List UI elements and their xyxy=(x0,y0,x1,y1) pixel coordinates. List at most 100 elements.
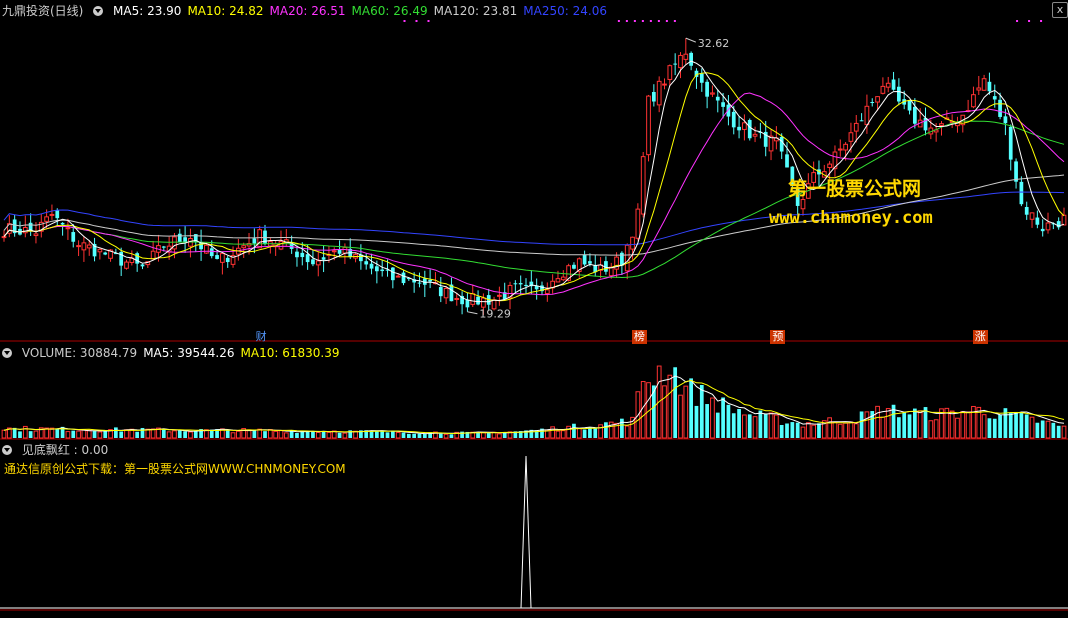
min-pointer xyxy=(467,311,478,315)
volume-bar-up xyxy=(560,430,566,439)
ma-label-1: MA10: 24.82 xyxy=(187,4,264,18)
volume-bar-down xyxy=(417,433,422,438)
volume-bar-up xyxy=(853,423,859,439)
candle-body-up xyxy=(22,226,28,234)
candle-body-up xyxy=(443,287,449,299)
volume-bar-down xyxy=(460,431,464,438)
signal-dot xyxy=(1028,20,1031,22)
candle-body-up xyxy=(656,80,662,106)
candle-body-down xyxy=(103,252,108,255)
close-icon[interactable]: x xyxy=(1052,2,1068,18)
volume-bar-up xyxy=(928,420,934,439)
candle-body-up xyxy=(939,123,944,126)
dropdown-icon[interactable] xyxy=(93,6,104,16)
volume-bar-down xyxy=(113,427,118,438)
volume-bar-down xyxy=(593,428,598,438)
max-pointer xyxy=(685,37,696,43)
volume-legend: VOLUME: 30884.79 MA5: 39544.26 MA10: 61830… xyxy=(22,346,346,360)
candle-body-up xyxy=(315,260,321,266)
volume-bar-up xyxy=(678,394,683,439)
candle-body-up xyxy=(86,244,92,249)
candle-body-up xyxy=(710,92,715,95)
signal-dot xyxy=(1040,20,1043,22)
event-marker-3[interactable]: 涨 xyxy=(972,330,988,344)
candle-body-up xyxy=(640,156,646,215)
volume-bar-up xyxy=(326,431,332,439)
candle-body-down xyxy=(177,233,182,243)
volume-bar-up xyxy=(342,432,348,439)
candle-body-up xyxy=(470,293,476,305)
volume-bar-down xyxy=(987,418,992,438)
candle-body-down xyxy=(987,81,992,92)
volume-bar-down xyxy=(337,432,342,438)
candle-body-up xyxy=(331,250,337,253)
volume-bar-up xyxy=(188,431,193,439)
candle-body-up xyxy=(608,266,614,277)
volume-bar-down xyxy=(177,430,182,438)
candle-body-up xyxy=(454,297,460,300)
candle-body-up xyxy=(49,213,55,216)
event-marker-1[interactable]: 榜 xyxy=(631,330,647,344)
volume-bar-up xyxy=(76,430,81,439)
ma-label-4: MA120: 23.81 xyxy=(433,4,518,18)
volume-bar-up xyxy=(955,417,960,439)
candle-body-down xyxy=(55,210,60,219)
volume-bar-up xyxy=(683,385,689,439)
volume-bar-up xyxy=(624,425,630,439)
candle-body-down xyxy=(300,252,305,258)
candle-body-down xyxy=(998,99,1002,117)
volume-bar-down xyxy=(1024,414,1029,438)
candle-body-down xyxy=(518,283,523,285)
indicator-note: 通达信原创公式下载：第一股票公式网WWW.CHNMONEY.COM xyxy=(4,462,346,476)
candle-body-up xyxy=(76,245,81,248)
signal-dot xyxy=(427,20,430,22)
volume-bar-down xyxy=(699,384,704,438)
candle-body-up xyxy=(880,85,886,94)
candle-body-down xyxy=(252,238,257,244)
volume-bar-up xyxy=(832,421,838,439)
candle-body-down xyxy=(779,136,784,152)
candle-body-up xyxy=(742,122,747,130)
candle-body-down xyxy=(438,287,443,297)
volume-header: VOLUME: 30884.79 MA5: 39544.26 MA10: 61830… xyxy=(2,344,351,362)
signal-dot xyxy=(657,20,660,22)
volume-bar-up xyxy=(965,411,971,439)
candle-body-up xyxy=(853,122,859,132)
watermark-title: 第一股票公式网 xyxy=(788,178,922,200)
candle-body-down xyxy=(60,222,65,225)
volume-bar-up xyxy=(864,411,870,439)
candle-body-up xyxy=(241,245,247,249)
volume-bar-down xyxy=(689,378,693,438)
signal-dot xyxy=(649,20,652,22)
candle-body-down xyxy=(785,154,789,168)
candle-body-down xyxy=(135,253,140,264)
volume-bar-up xyxy=(550,426,556,439)
event-marker-0[interactable]: 财 xyxy=(254,330,269,344)
volume-bar-up xyxy=(555,430,561,439)
volume-bar-up xyxy=(949,410,955,439)
dropdown-icon[interactable] xyxy=(2,445,12,455)
candle-body-up xyxy=(395,275,401,278)
candle-body-up xyxy=(65,227,71,230)
candle-body-up xyxy=(278,240,284,250)
candle-body-down xyxy=(907,100,912,111)
candle-body-up xyxy=(342,246,348,254)
candle-body-down xyxy=(140,264,145,267)
volume-bar-down xyxy=(1035,422,1040,438)
volume-bar-down xyxy=(912,408,917,438)
volume-bar-up xyxy=(1045,420,1051,439)
signal-dot xyxy=(633,20,636,22)
volume-bar-up xyxy=(960,411,966,439)
dropdown-icon[interactable] xyxy=(2,348,12,358)
stock-title[interactable]: 九鼎投资(日线) xyxy=(2,4,83,18)
volume-bar-down xyxy=(263,431,267,438)
candle-body-up xyxy=(1061,214,1067,226)
volume-bar-up xyxy=(315,431,321,439)
candle-body-down xyxy=(992,96,997,100)
volume-bar-down xyxy=(817,423,821,438)
event-marker-2[interactable]: 预 xyxy=(770,330,786,344)
candle-body-up xyxy=(124,261,129,269)
ma-label-2: MA20: 26.51 xyxy=(269,4,346,18)
candle-body-up xyxy=(624,244,630,272)
candle-body-down xyxy=(311,259,315,265)
